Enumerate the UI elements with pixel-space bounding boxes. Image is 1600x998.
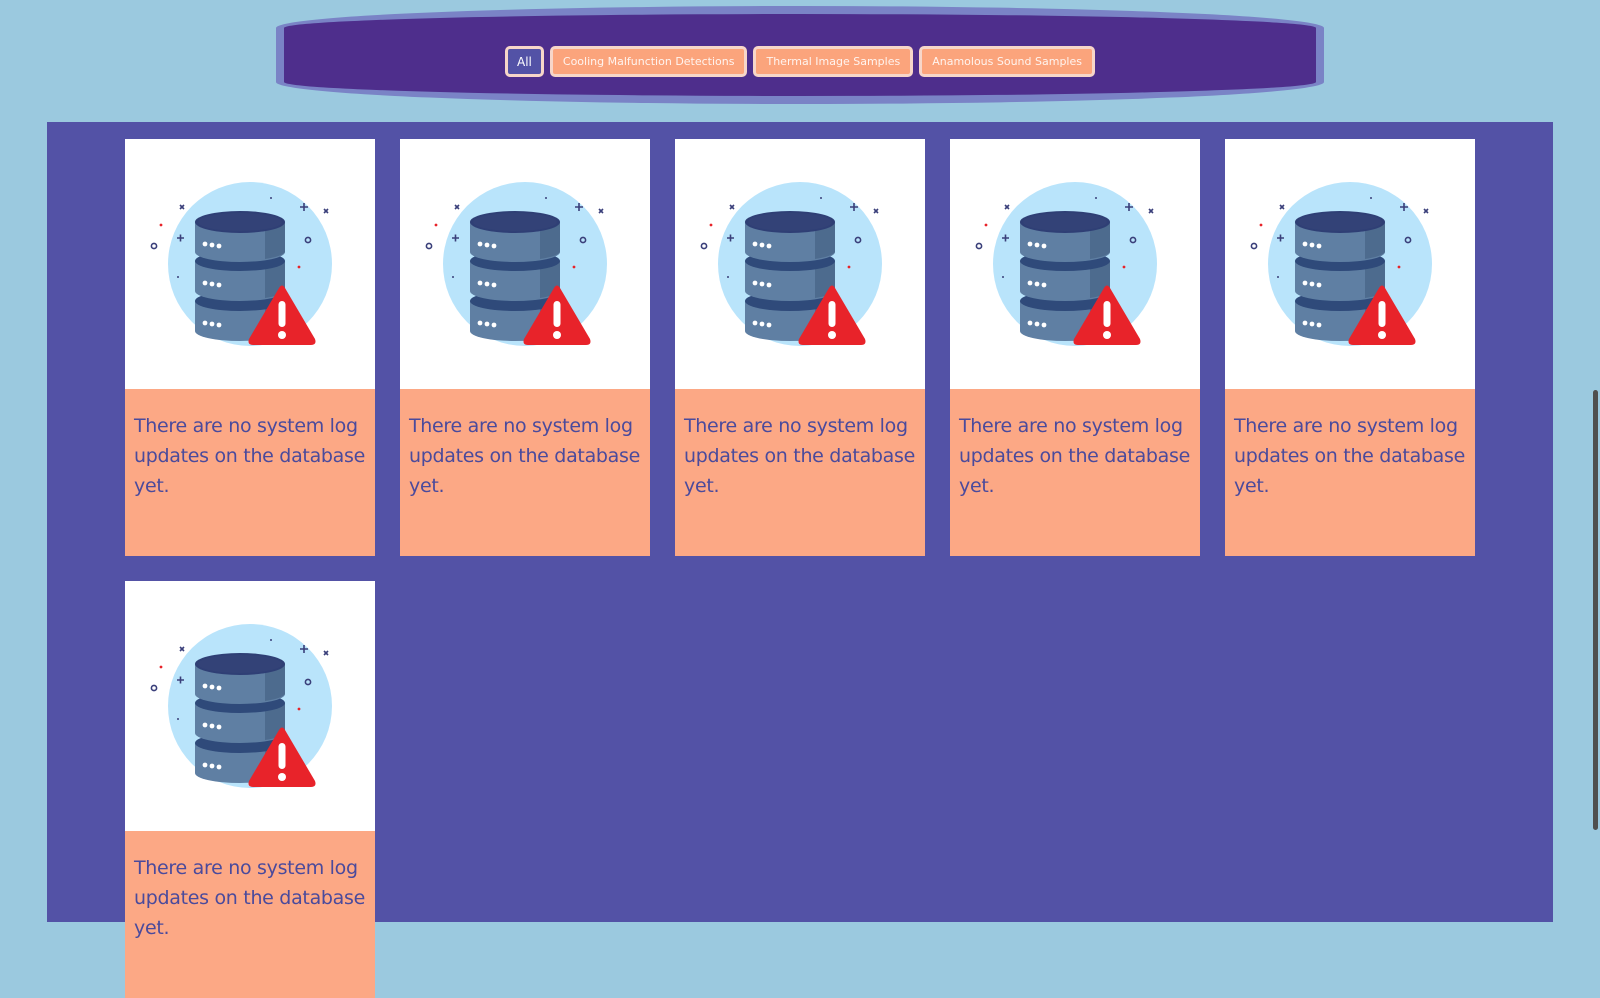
card-image	[675, 139, 925, 389]
card-image	[950, 139, 1200, 389]
log-card: There are no system log updates on the d…	[400, 139, 650, 556]
database-warning-icon	[975, 181, 1158, 347]
log-card: There are no system log updates on the d…	[675, 139, 925, 556]
card-image	[1225, 139, 1475, 389]
results-panel: There are no system log updates on the d…	[47, 122, 1553, 998]
database-warning-icon	[700, 181, 883, 347]
database-warning-icon	[425, 181, 608, 347]
filter-anomalous-sound-button[interactable]: Anamolous Sound Samples	[919, 46, 1095, 77]
log-card: There are no system log updates on the d…	[125, 581, 375, 998]
database-warning-icon	[150, 623, 333, 789]
database-warning-icon	[1250, 181, 1433, 347]
card-image	[400, 139, 650, 389]
database-warning-icon	[150, 181, 333, 347]
card-message: There are no system log updates on the d…	[134, 857, 365, 939]
card-message: There are no system log updates on the d…	[1234, 415, 1465, 497]
card-message: There are no system log updates on the d…	[134, 415, 365, 497]
card-image	[125, 581, 375, 831]
card-message: There are no system log updates on the d…	[409, 415, 640, 497]
log-card: There are no system log updates on the d…	[1225, 139, 1475, 556]
filter-bar: All Cooling Malfunction Detections Therm…	[276, 6, 1324, 104]
scrollbar-thumb[interactable]	[1593, 390, 1598, 830]
card-image	[125, 139, 375, 389]
filter-all-button[interactable]: All	[505, 46, 544, 77]
card-message: There are no system log updates on the d…	[684, 415, 915, 497]
filter-thermal-image-button[interactable]: Thermal Image Samples	[753, 46, 914, 77]
log-card: There are no system log updates on the d…	[950, 139, 1200, 556]
card-message: There are no system log updates on the d…	[959, 415, 1190, 497]
filter-cooling-malfunction-button[interactable]: Cooling Malfunction Detections	[549, 46, 748, 77]
log-card: There are no system log updates on the d…	[125, 139, 375, 556]
scrollbar[interactable]	[1588, 0, 1600, 900]
card-grid: There are no system log updates on the d…	[125, 139, 1475, 998]
